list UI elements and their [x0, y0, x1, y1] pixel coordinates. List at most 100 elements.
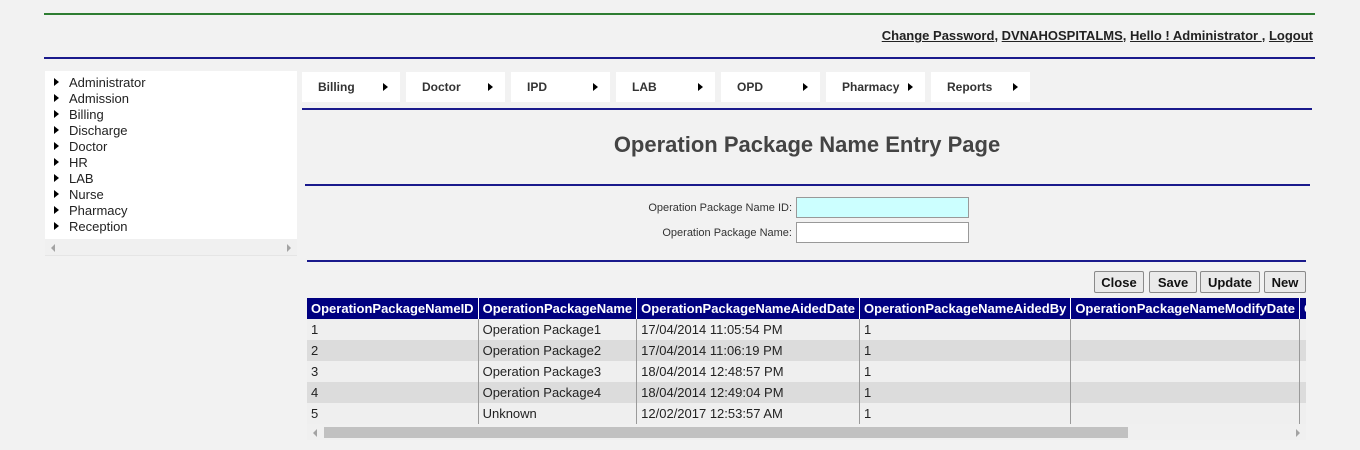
sidebar-item-hr[interactable]: HR [45, 155, 297, 171]
cell-aided-date: 17/04/2014 11:05:54 PM [636, 319, 861, 340]
form-divider [307, 260, 1306, 262]
package-name-input[interactable] [796, 222, 969, 243]
hospital-name-link[interactable]: DVNAHOSPITALMS [1002, 28, 1123, 43]
package-id-input[interactable] [796, 197, 969, 218]
sidebar-item-label: Doctor [69, 139, 108, 154]
expand-arrow-icon [54, 78, 59, 86]
column-header-aided-by[interactable]: OperationPackageNameAidedBy [859, 298, 1072, 319]
change-password-link[interactable]: Change Password [882, 28, 995, 43]
submenu-arrow-icon [383, 83, 388, 91]
menu-item-billing[interactable]: Billing [302, 72, 400, 102]
close-button[interactable]: Close [1094, 271, 1144, 293]
cell-id: 3 [307, 361, 479, 382]
menu-item-label: IPD [527, 80, 548, 94]
menu-item-lab[interactable]: LAB [616, 72, 715, 102]
column-header-truncated[interactable]: O [1299, 298, 1306, 319]
sidebar-item-administrator[interactable]: Administrator [45, 75, 297, 91]
scroll-right-icon[interactable] [1296, 429, 1300, 437]
header-divider [44, 57, 1315, 59]
expand-arrow-icon [54, 174, 59, 182]
sidebar-item-billing[interactable]: Billing [45, 107, 297, 123]
sidebar-item-discharge[interactable]: Discharge [45, 123, 297, 139]
cell-aided-by: 1 [859, 361, 1072, 382]
cell-name: Operation Package3 [478, 361, 638, 382]
menu-item-label: Billing [318, 80, 355, 94]
column-header-modify-date[interactable]: OperationPackageNameModifyDate [1070, 298, 1300, 319]
sidebar-item-label: Reception [69, 219, 128, 234]
submenu-arrow-icon [698, 83, 703, 91]
header-links: Change Password, DVNAHOSPITALMS, Hello !… [881, 28, 1313, 43]
expand-arrow-icon [54, 190, 59, 198]
sidebar-item-lab[interactable]: LAB [45, 171, 297, 187]
hello-user-link[interactable]: Hello ! Administrator [1130, 28, 1262, 43]
cell-truncated [1299, 361, 1306, 382]
sidebar-item-nurse[interactable]: Nurse [45, 187, 297, 203]
sidebar-item-label: Discharge [69, 123, 128, 138]
sidebar-item-label: Admission [69, 91, 129, 106]
cell-id: 2 [307, 340, 479, 361]
sidebar-item-doctor[interactable]: Doctor [45, 139, 297, 155]
update-button[interactable]: Update [1200, 271, 1260, 293]
scroll-right-icon[interactable] [287, 244, 291, 252]
menu-item-reports[interactable]: Reports [931, 72, 1030, 102]
menu-item-opd[interactable]: OPD [721, 72, 820, 102]
expand-arrow-icon [54, 222, 59, 230]
cell-aided-by: 1 [859, 340, 1072, 361]
cell-id: 1 [307, 319, 479, 340]
menu-item-doctor[interactable]: Doctor [406, 72, 505, 102]
expand-arrow-icon [54, 94, 59, 102]
column-header-name[interactable]: OperationPackageName [478, 298, 638, 319]
cell-modify-date [1070, 319, 1300, 340]
cell-aided-by: 1 [859, 403, 1072, 424]
cell-aided-date: 18/04/2014 12:49:04 PM [636, 382, 861, 403]
grid-horizontal-scrollbar[interactable] [307, 424, 1306, 440]
cell-modify-date [1070, 361, 1300, 382]
table-row[interactable]: 4 Operation Package4 18/04/2014 12:49:04… [307, 382, 1306, 403]
cell-aided-date: 17/04/2014 11:06:19 PM [636, 340, 861, 361]
menu-item-pharmacy[interactable]: Pharmacy [826, 72, 925, 102]
column-header-aided-date[interactable]: OperationPackageNameAidedDate [636, 298, 861, 319]
scroll-left-icon[interactable] [313, 429, 317, 437]
sidebar-tree: Administrator Admission Billing Discharg… [45, 71, 297, 256]
submenu-arrow-icon [488, 83, 493, 91]
table-row[interactable]: 2 Operation Package2 17/04/2014 11:06:19… [307, 340, 1306, 361]
expand-arrow-icon [54, 126, 59, 134]
cell-modify-date [1070, 403, 1300, 424]
submenu-arrow-icon [803, 83, 808, 91]
menu-item-label: Doctor [422, 80, 461, 94]
cell-name: Operation Package4 [478, 382, 638, 403]
sidebar-item-label: Billing [69, 107, 104, 122]
logout-link[interactable]: Logout [1269, 28, 1313, 43]
sidebar-item-label: Pharmacy [69, 203, 128, 218]
cell-id: 5 [307, 403, 479, 424]
cell-truncated [1299, 382, 1306, 403]
menu-item-ipd[interactable]: IPD [511, 72, 610, 102]
menu-divider [302, 108, 1312, 110]
menu-item-label: LAB [632, 80, 657, 94]
sidebar-horizontal-scrollbar[interactable] [45, 239, 297, 255]
cell-aided-date: 12/02/2017 12:53:57 AM [636, 403, 861, 424]
column-header-id[interactable]: OperationPackageNameID [307, 298, 479, 319]
sidebar-item-admission[interactable]: Admission [45, 91, 297, 107]
title-divider [305, 184, 1310, 186]
save-button[interactable]: Save [1149, 271, 1197, 293]
grid-header-row: OperationPackageNameID OperationPackageN… [307, 298, 1306, 319]
sidebar-item-label: LAB [69, 171, 94, 186]
table-row[interactable]: 3 Operation Package3 18/04/2014 12:48:57… [307, 361, 1306, 382]
sidebar-item-label: Nurse [69, 187, 104, 202]
sidebar-item-reception[interactable]: Reception [45, 219, 297, 235]
cell-name: Operation Package1 [478, 319, 638, 340]
cell-truncated [1299, 340, 1306, 361]
sidebar-item-pharmacy[interactable]: Pharmacy [45, 203, 297, 219]
package-grid: OperationPackageNameID OperationPackageN… [307, 298, 1306, 424]
scroll-left-icon[interactable] [51, 244, 55, 252]
table-row[interactable]: 1 Operation Package1 17/04/2014 11:05:54… [307, 319, 1306, 340]
cell-aided-by: 1 [859, 319, 1072, 340]
sidebar-item-label: HR [69, 155, 88, 170]
table-row[interactable]: 5 Unknown 12/02/2017 12:53:57 AM 1 [307, 403, 1306, 424]
scrollbar-thumb[interactable] [324, 427, 1128, 438]
cell-aided-date: 18/04/2014 12:48:57 PM [636, 361, 861, 382]
new-button[interactable]: New [1264, 271, 1306, 293]
cell-modify-date [1070, 340, 1300, 361]
sidebar-item-label: Administrator [69, 75, 146, 90]
